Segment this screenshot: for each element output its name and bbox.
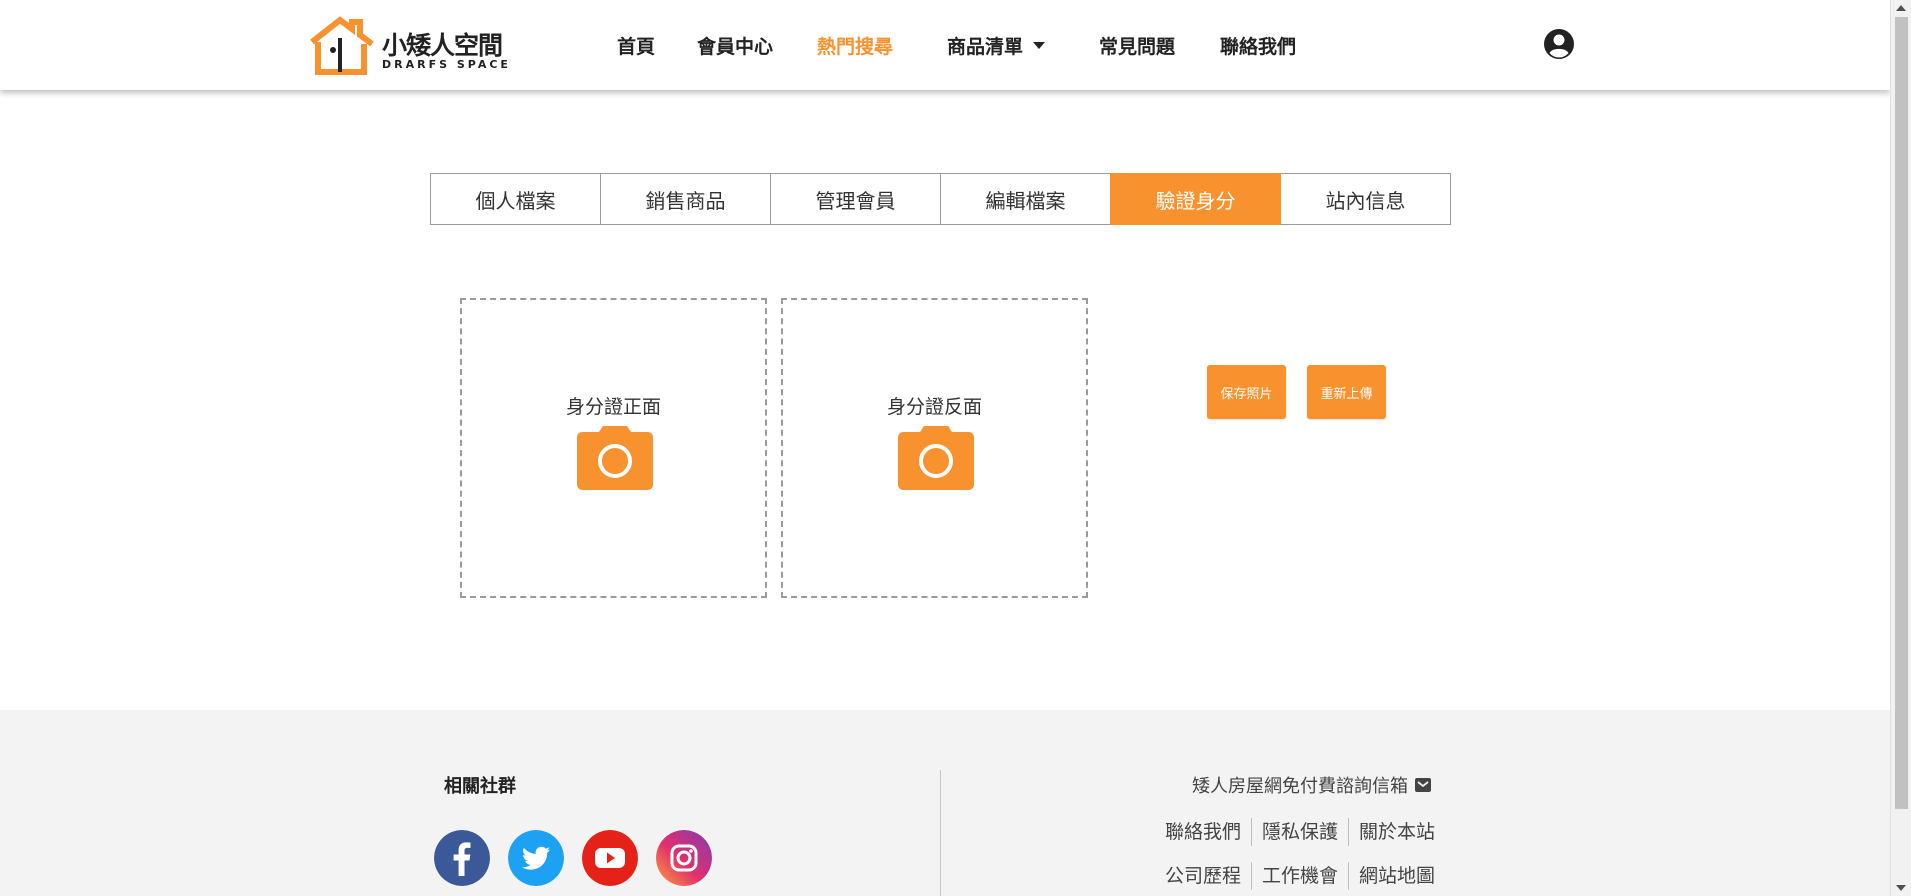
facebook-icon[interactable] — [434, 830, 490, 886]
footer-divider — [940, 770, 941, 896]
nav-home[interactable]: 首頁 — [617, 32, 655, 59]
camera-icon — [577, 426, 653, 490]
id-front-label: 身分證正面 — [565, 396, 661, 418]
instagram-icon[interactable] — [656, 830, 712, 886]
profile-tabs: 個人檔案 銷售商品 管理會員 編輯檔案 驗證身分 站內信息 — [430, 173, 1451, 225]
user-circle-icon[interactable] — [1543, 28, 1575, 60]
footer-links-row2: 公司歷程 工作機會 網站地圖 — [1155, 862, 1445, 890]
social-title: 相關社群 — [444, 776, 516, 797]
site-footer: 相關社群 矮人房屋網免付費諮詢信箱 聯絡我們 隱私保護 關於本站 公司歷程 工作… — [0, 710, 1890, 896]
house-logo-icon — [310, 16, 374, 75]
logo-subtitle: DRARFS SPACE — [382, 58, 511, 71]
id-back-label: 身分證反面 — [886, 396, 982, 418]
footer-links-row1: 聯絡我們 隱私保護 關於本站 — [1155, 818, 1445, 846]
nav-faq[interactable]: 常見問題 — [1099, 32, 1175, 59]
tab-messages[interactable]: 站內信息 — [1280, 173, 1451, 225]
nav-hot-search[interactable]: 熱門搜尋 — [817, 32, 893, 59]
site-logo[interactable]: 小矮人空間 DRARFS SPACE — [306, 16, 508, 76]
scroll-down-arrow-icon[interactable] — [1896, 885, 1906, 891]
footer-link-contact[interactable]: 聯絡我們 — [1155, 818, 1251, 846]
footer-link-jobs[interactable]: 工作機會 — [1250, 862, 1348, 890]
contact-email-text: 矮人房屋網免付費諮詢信箱 — [1192, 776, 1408, 797]
twitter-icon[interactable] — [508, 830, 564, 886]
camera-icon — [898, 426, 974, 490]
youtube-icon[interactable] — [582, 830, 638, 886]
tab-profile[interactable]: 個人檔案 — [430, 173, 601, 225]
tab-sales-products[interactable]: 銷售商品 — [600, 173, 771, 225]
scroll-thumb[interactable] — [1895, 17, 1908, 809]
nav-product-list[interactable]: 商品清單 — [947, 32, 1046, 59]
nav-contact[interactable]: 聯絡我們 — [1220, 32, 1296, 59]
footer-link-sitemap[interactable]: 網站地圖 — [1347, 862, 1445, 890]
tab-verify-identity[interactable]: 驗證身分 — [1110, 173, 1281, 225]
logo-title: 小矮人空間 — [382, 31, 503, 60]
nav-member-center[interactable]: 會員中心 — [697, 32, 773, 59]
footer-link-about[interactable]: 關於本站 — [1347, 818, 1445, 846]
nav-product-list-label: 商品清單 — [947, 36, 1024, 58]
page-scrollbar[interactable] — [1890, 0, 1911, 896]
envelope-icon — [1415, 778, 1431, 792]
id-back-upload[interactable]: 身分證反面 — [781, 298, 1088, 598]
id-front-upload[interactable]: 身分證正面 — [460, 298, 767, 598]
scroll-up-arrow-icon[interactable] — [1896, 5, 1906, 11]
tab-edit-profile[interactable]: 編輯檔案 — [940, 173, 1111, 225]
chevron-down-icon — [1033, 42, 1046, 49]
tab-manage-members[interactable]: 管理會員 — [770, 173, 941, 225]
save-photo-button[interactable]: 保存照片 — [1207, 365, 1286, 419]
footer-link-history[interactable]: 公司歷程 — [1155, 862, 1251, 890]
contact-email[interactable]: 矮人房屋網免付費諮詢信箱 — [1192, 772, 1432, 798]
footer-link-privacy[interactable]: 隱私保護 — [1250, 818, 1348, 846]
reupload-button[interactable]: 重新上傳 — [1307, 365, 1386, 419]
site-header: 小矮人空間 DRARFS SPACE 首頁 會員中心 熱門搜尋 商品清單 常見問… — [0, 0, 1890, 90]
